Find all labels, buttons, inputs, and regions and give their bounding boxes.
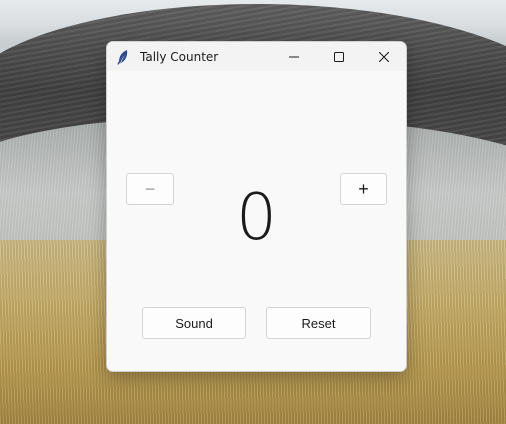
title-bar[interactable]: Tally Counter — [107, 42, 406, 71]
caption-buttons — [271, 42, 406, 71]
reset-button[interactable]: Reset — [266, 307, 371, 339]
window-title: Tally Counter — [140, 49, 219, 64]
sound-button[interactable]: Sound — [142, 307, 246, 339]
close-icon — [378, 51, 389, 62]
tally-counter-window: Tally Counter − 0 + Sound Reset — [106, 41, 407, 372]
window-content: − 0 + Sound Reset — [107, 71, 406, 371]
maximize-icon — [333, 51, 344, 62]
minimize-icon — [288, 56, 299, 57]
feather-icon — [116, 49, 130, 65]
increment-button[interactable]: + — [340, 173, 387, 205]
maximize-button[interactable] — [316, 42, 361, 71]
minimize-button[interactable] — [271, 42, 316, 71]
close-button[interactable] — [361, 42, 406, 71]
